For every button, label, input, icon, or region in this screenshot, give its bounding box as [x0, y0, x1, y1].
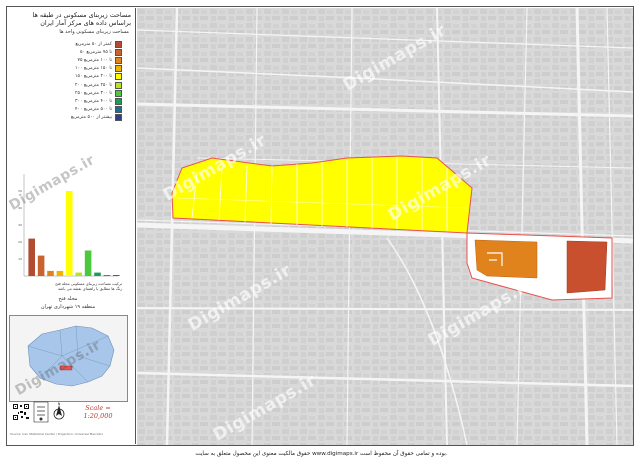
- legend-item: ۷۵ تا ۱۰۰ مترمربع: [22, 56, 122, 64]
- legend-item: کمتر از ۵۰ مترمربع: [22, 40, 122, 48]
- y-tick-label: 20: [18, 240, 22, 244]
- qr-code-icon: [12, 403, 30, 421]
- zone-75-100: [474, 239, 538, 279]
- legend-item-label: کمتر از ۵۰ مترمربع: [75, 41, 112, 47]
- legend-header: مساحت زیربنای مسکونی واحد ها: [59, 29, 129, 35]
- legend-item: ۱۰۰ تا ۱۵۰ مترمربع: [22, 65, 122, 73]
- legend-item: ۲۰۰ تا ۲۵۰ مترمربع: [22, 81, 122, 89]
- legend-item-label: ۵۰ تا ۷۵ مترمربع: [79, 49, 112, 55]
- legend-item-label: بیشتر از ۵۰۰ مترمربع: [70, 115, 112, 121]
- legend-swatch: [115, 89, 122, 97]
- map-view[interactable]: Digimaps.ir Digimaps.ir Digimaps.ir Digi…: [137, 8, 633, 445]
- chart-bar: [66, 191, 73, 276]
- chart-bar: [75, 272, 82, 276]
- chart-bar: [28, 238, 35, 276]
- digimaps-logo-icon: [33, 401, 49, 423]
- chart-caption-line2: رنگ ها مطابق با راهنمای نقشه می باشد: [58, 285, 122, 291]
- legend-item: ۴۰۰ تا ۵۰۰ مترمربع: [22, 106, 122, 114]
- y-tick-label: 30: [18, 223, 22, 227]
- legend-swatch: [115, 106, 122, 114]
- legend-swatch: [115, 65, 122, 73]
- legend-item: ۱۵۰ تا ۲۰۰ مترمربع: [22, 73, 122, 81]
- map-title: مساحت زیربنای مسکونی در طبقه ها براساس د…: [8, 8, 135, 27]
- legend-item: ۵۰ تا ۷۵ مترمربع: [22, 48, 122, 56]
- chart-bar: [103, 275, 111, 276]
- legend-swatch: [115, 81, 122, 89]
- legend-item-label: ۱۵۰ تا ۲۰۰ مترمربع: [75, 74, 112, 80]
- location-title: محله فتح منطقه ۱۹ شهرداری تهران: [10, 295, 126, 311]
- legend-swatch: [115, 40, 122, 48]
- zone-under-50: [566, 240, 608, 294]
- legend-swatch: [115, 114, 122, 122]
- map-title-line1: مساحت زیربنای مسکونی در طبقه ها: [32, 11, 131, 19]
- legend-item-label: ۱۰۰ تا ۱۵۰ مترمربع: [75, 66, 112, 72]
- legend-swatch: [115, 56, 122, 64]
- footer-copyright: حقوق مالکیت معنوی این محصول متعلق به سای…: [195, 451, 448, 457]
- chart-bar: [94, 272, 101, 276]
- legend-swatch: [115, 48, 122, 56]
- chart-bar: [113, 275, 120, 276]
- legend-swatch: [115, 97, 122, 105]
- svg-text:N: N: [58, 402, 61, 406]
- location-name: محله فتح: [58, 296, 78, 302]
- map-scale: Scale = 1:20,000: [83, 404, 113, 420]
- north-arrow-icon: N: [53, 402, 65, 420]
- source-note: Source: Iran Statistical Center / Projec…: [10, 432, 103, 436]
- legend-item-label: ۷۵ تا ۱۰۰ مترمربع: [77, 57, 112, 63]
- legend-item-label: ۴۰۰ تا ۵۰۰ مترمربع: [75, 107, 112, 113]
- map-title-line2: براساس داده های مرکز آمار ایران: [40, 19, 131, 27]
- chart-bar: [37, 255, 45, 276]
- chart-bar: [84, 250, 92, 276]
- chart-bar: [56, 270, 64, 276]
- legend-item-label: ۲۰۰ تا ۲۵۰ مترمربع: [75, 82, 112, 88]
- y-tick-label: 10: [18, 257, 22, 261]
- legend-item: ۳۰۰ تا ۴۰۰ مترمربع: [22, 97, 122, 105]
- legend-swatch: [115, 73, 122, 81]
- chart-caption: ترکیب مساحت زیربنای مسکونی محله فتح رنگ …: [10, 281, 122, 291]
- location-district: منطقه ۱۹ شهرداری تهران: [40, 304, 96, 310]
- chart-bar: [47, 270, 54, 276]
- legend-item: ۲۵۰ تا ۳۰۰ مترمربع: [22, 89, 122, 97]
- legend-item-label: ۳۰۰ تا ۴۰۰ مترمربع: [75, 98, 112, 104]
- legend-item: بیشتر از ۵۰۰ مترمربع: [22, 114, 122, 122]
- legend-list: کمتر از ۵۰ مترمربع ۵۰ تا ۷۵ مترمربع ۷۵ تا …: [22, 40, 122, 122]
- legend-item-label: ۲۵۰ تا ۳۰۰ مترمربع: [75, 90, 112, 96]
